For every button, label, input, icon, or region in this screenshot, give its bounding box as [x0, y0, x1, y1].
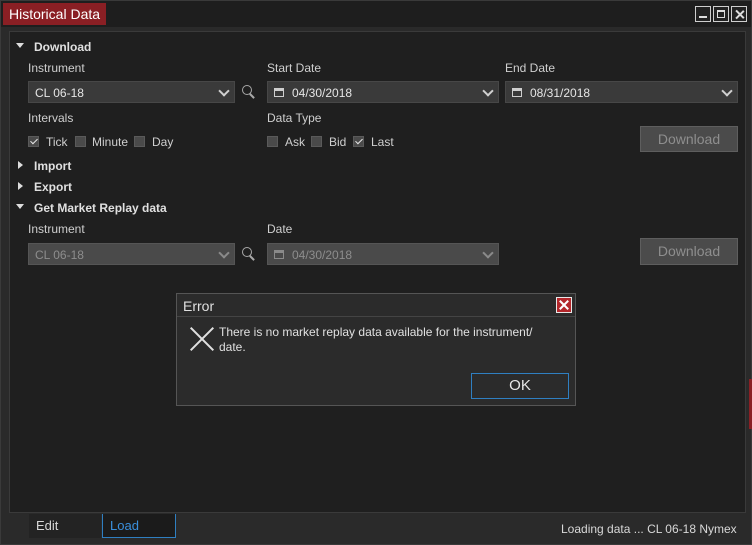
tick-checkbox[interactable]: [28, 136, 39, 147]
start-date-picker[interactable]: 04/30/2018: [267, 81, 499, 103]
divider: [177, 316, 575, 317]
historical-data-window: Historical Data Download Instrument CL 0…: [0, 0, 752, 545]
search-icon[interactable]: [241, 84, 257, 100]
instrument-select[interactable]: CL 06-18: [28, 81, 235, 103]
day-checkbox[interactable]: [134, 136, 145, 147]
calendar-icon: [274, 250, 284, 259]
last-checkbox[interactable]: [353, 136, 364, 147]
expand-import-icon[interactable]: [18, 161, 23, 169]
dialog-close-icon[interactable]: [556, 297, 572, 313]
tab-load[interactable]: Load: [102, 514, 176, 538]
market-replay-section-header[interactable]: Get Market Replay data: [34, 201, 167, 215]
tab-edit[interactable]: Edit: [29, 514, 101, 538]
chevron-down-icon[interactable]: [482, 247, 494, 259]
last-label: Last: [371, 135, 394, 149]
chevron-down-icon[interactable]: [218, 85, 230, 97]
ask-checkbox[interactable]: [267, 136, 278, 147]
data-type-label: Data Type: [267, 111, 322, 125]
instrument-value: CL 06-18: [35, 86, 84, 100]
export-section-header[interactable]: Export: [34, 180, 72, 194]
replay-instrument-value: CL 06-18: [35, 248, 84, 262]
error-icon: [189, 326, 215, 352]
main-panel: [9, 31, 746, 513]
replay-instrument-select[interactable]: CL 06-18: [28, 243, 235, 265]
maximize-icon[interactable]: [713, 6, 729, 22]
replay-date-picker[interactable]: 04/30/2018: [267, 243, 499, 265]
calendar-icon: [512, 88, 522, 97]
expand-export-icon[interactable]: [18, 182, 23, 190]
chevron-down-icon[interactable]: [721, 85, 733, 97]
ask-label: Ask: [285, 135, 306, 149]
error-dialog: Error There is no market replay data ava…: [176, 293, 576, 406]
calendar-icon: [274, 88, 284, 97]
dialog-title: Error: [183, 298, 215, 314]
intervals-label: Intervals: [28, 111, 74, 125]
chevron-down-icon[interactable]: [482, 85, 494, 97]
chevron-down-icon[interactable]: [218, 247, 230, 259]
end-date-label: End Date: [505, 61, 556, 75]
replay-download-button[interactable]: Download: [640, 238, 738, 265]
replay-date-value: 04/30/2018: [292, 248, 353, 262]
start-date-value: 04/30/2018: [292, 86, 353, 100]
collapse-replay-icon[interactable]: [16, 204, 24, 209]
ok-button[interactable]: OK: [471, 373, 569, 399]
status-text: Loading data ... CL 06-18 Nymex: [561, 522, 737, 536]
download-section-header[interactable]: Download: [34, 40, 91, 54]
bid-checkbox[interactable]: [311, 136, 322, 147]
import-section-header[interactable]: Import: [34, 159, 71, 173]
bid-label: Bid: [329, 135, 347, 149]
day-label: Day: [152, 135, 174, 149]
close-icon[interactable]: [731, 6, 747, 22]
window-title: Historical Data: [3, 3, 107, 25]
replay-date-label: Date: [267, 222, 293, 236]
download-button[interactable]: Download: [640, 126, 738, 152]
end-date-picker[interactable]: 08/31/2018: [505, 81, 738, 103]
error-message: There is no market replay data available…: [219, 325, 533, 354]
collapse-download-icon[interactable]: [16, 43, 24, 48]
end-date-value: 08/31/2018: [530, 86, 591, 100]
search-icon[interactable]: [241, 246, 257, 262]
start-date-label: Start Date: [267, 61, 322, 75]
minute-checkbox[interactable]: [75, 136, 86, 147]
title-bar: Historical Data: [1, 1, 751, 27]
minute-label: Minute: [92, 135, 129, 149]
replay-instrument-label: Instrument: [28, 222, 85, 236]
tick-label: Tick: [46, 135, 68, 149]
minimize-icon[interactable]: [695, 6, 711, 22]
instrument-label: Instrument: [28, 61, 85, 75]
